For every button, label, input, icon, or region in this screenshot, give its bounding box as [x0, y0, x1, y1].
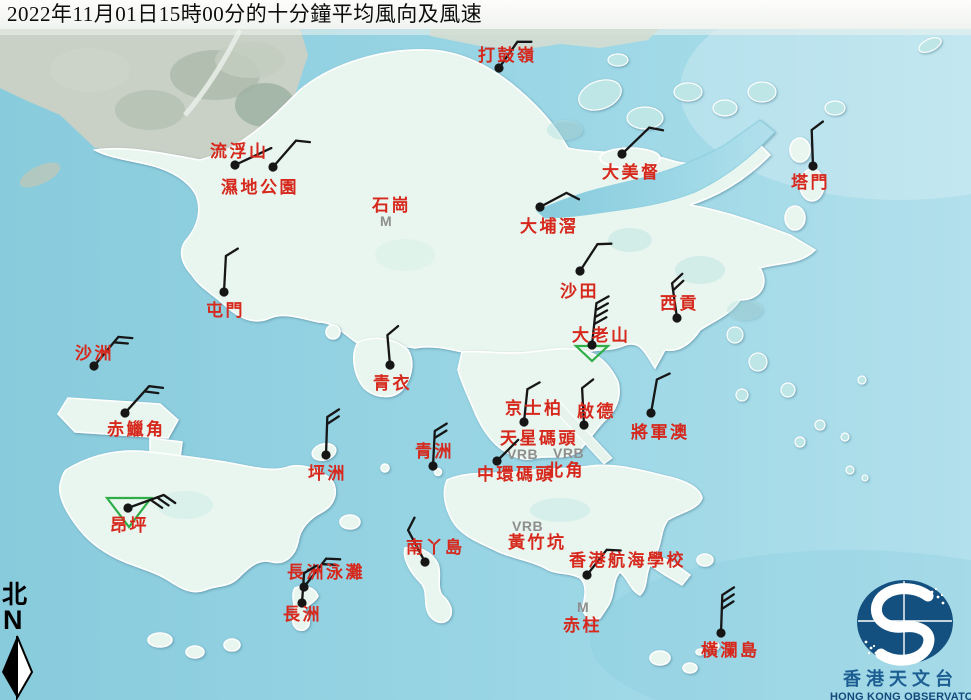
station-label: 香港航海學校	[569, 550, 686, 571]
hong-kong-map: 打鼓嶺流浮山濕地公園石崗M大埔滘大美督塔門沙田西貢大老山屯門沙洲青衣赤鱲角京士柏…	[0, 0, 971, 700]
station-label: 沙田	[560, 282, 599, 302]
station-label: 赤柱	[563, 615, 602, 636]
station-label: 將軍澳	[631, 422, 690, 443]
station-label: 黃竹坑	[507, 532, 567, 553]
station-dot	[582, 570, 591, 579]
hko-logo-text: 香港天文台 HONG KONG OBSERVATORY	[830, 663, 971, 700]
station-label: 大埔滘	[520, 216, 579, 237]
station-label: 西貢	[660, 294, 699, 314]
variable-wind-tag: VRB	[553, 445, 584, 461]
station-dot	[120, 408, 129, 417]
station-dot	[123, 503, 132, 512]
compass-north-en-label: N	[3, 608, 42, 632]
station-label: 屯門	[206, 300, 245, 321]
missing-data-tag: M	[577, 599, 589, 615]
station-dot	[617, 149, 626, 158]
station-label: 長洲泳灘	[287, 562, 365, 583]
station-dot	[420, 557, 429, 566]
station-dot	[428, 461, 437, 470]
station-label: 坪洲	[308, 464, 347, 484]
station-label: 沙洲	[75, 344, 114, 364]
station-label: 打鼓嶺	[478, 45, 537, 66]
station-dot	[575, 266, 584, 275]
station-label: 青衣	[373, 373, 412, 394]
station-label: 大美督	[602, 162, 661, 183]
variable-wind-tag: VRB	[512, 518, 543, 534]
wind-map-screenshot: 打鼓嶺流浮山濕地公園石崗M大埔滘大美督塔門沙田西貢大老山屯門沙洲青衣赤鱲角京士柏…	[0, 0, 971, 700]
station-dot	[808, 161, 817, 170]
compass: 北 N	[2, 582, 42, 632]
station-label: 濕地公園	[221, 177, 299, 198]
variable-wind-tag: VRB	[507, 446, 538, 462]
station-dot	[672, 313, 681, 322]
station-label: 南丫島	[406, 537, 465, 558]
station-label: 中環碼頭	[477, 464, 555, 485]
station-label: 塔門	[791, 172, 830, 193]
station-dot	[385, 360, 394, 369]
station-label: 京士柏	[505, 398, 564, 419]
station-label: 流浮山	[210, 141, 269, 162]
station-label: 橫瀾島	[701, 640, 760, 661]
hko-name-english: HONG KONG OBSERVATORY	[830, 691, 971, 700]
map-title: 2022年11月01日15時00分的十分鐘平均風向及風速	[0, 0, 971, 29]
station-dot	[646, 408, 655, 417]
station-dot	[716, 628, 725, 637]
station-label: 昂坪	[110, 516, 149, 536]
station-dot	[535, 202, 544, 211]
station-dot	[268, 162, 277, 171]
hko-name-chinese: 香港天文台	[830, 665, 971, 691]
hko-logo-icon	[857, 580, 953, 664]
station-label: 大老山	[572, 325, 631, 346]
station-dot	[321, 450, 330, 459]
station-label: 青洲	[415, 441, 454, 462]
station-label: 長洲	[283, 605, 322, 625]
missing-data-tag: M	[380, 213, 392, 229]
station-dot	[219, 287, 228, 296]
station-label: 赤鱲角	[107, 419, 166, 440]
station-label: 啟德	[577, 401, 616, 422]
